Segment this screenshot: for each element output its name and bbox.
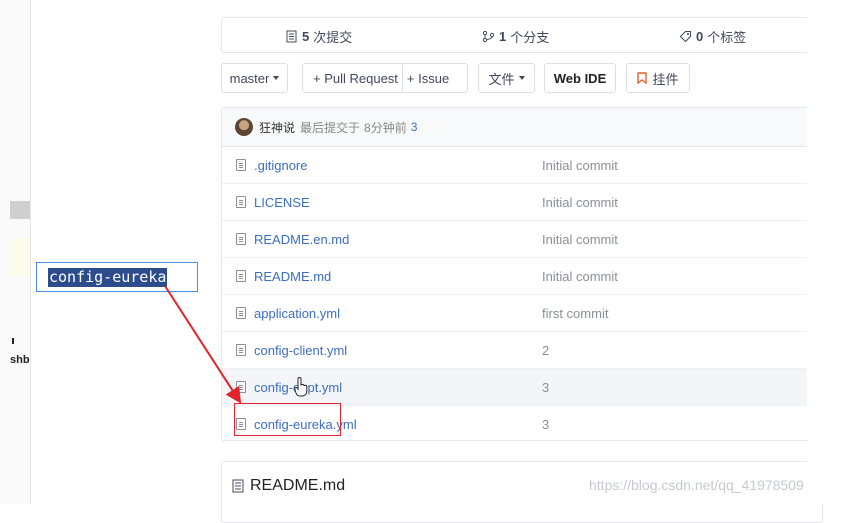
highlight-box — [234, 403, 341, 436]
annotation-arrow — [164, 285, 242, 404]
watermark: https://blog.csdn.net/qq_41978509 — [589, 477, 804, 493]
hand-cursor-icon — [294, 377, 308, 397]
